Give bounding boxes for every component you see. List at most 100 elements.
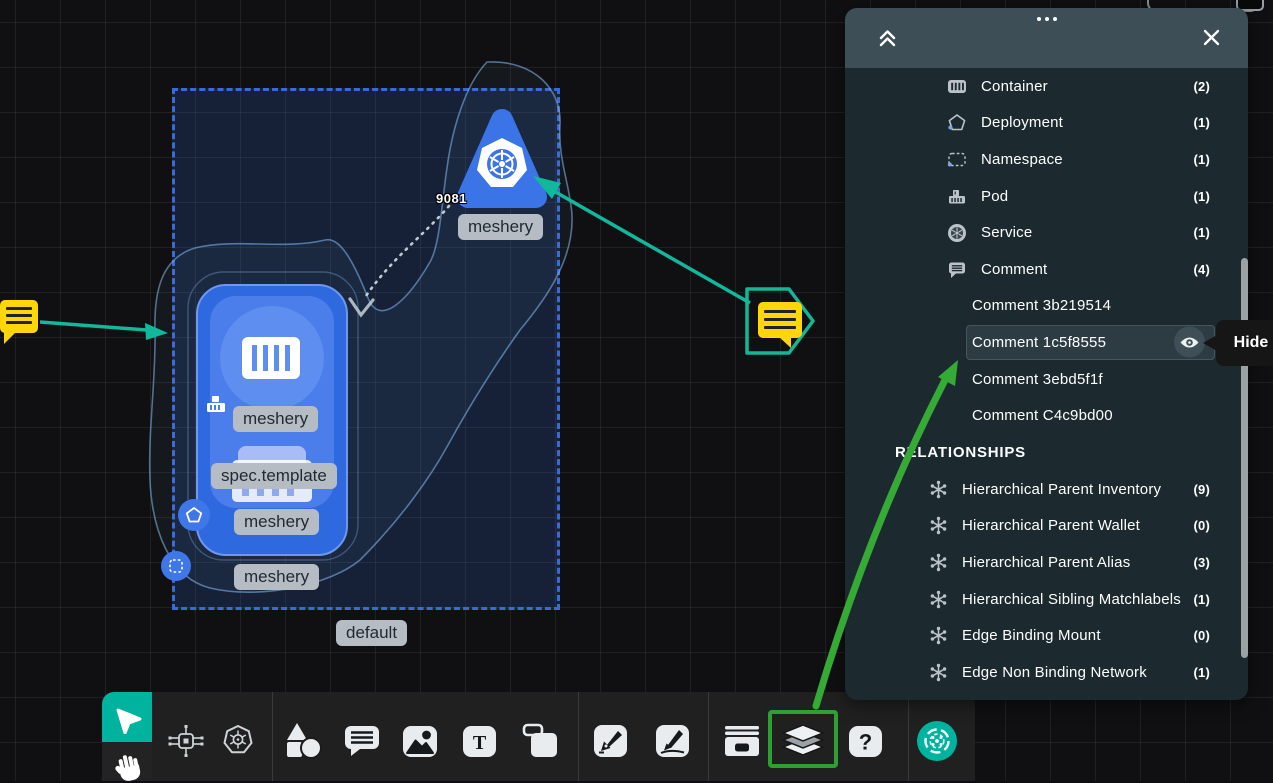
resource-count: (4) [1194,262,1211,277]
collapse-panel-button[interactable] [879,29,896,52]
pencil-tool-button[interactable] [649,714,695,768]
comment-item-label: Comment 3ebd5f1f [972,371,1103,388]
close-panel-button[interactable] [1203,29,1220,51]
kubernetes-tool-button[interactable] [215,714,261,768]
comment-item[interactable]: Comment 3b219514 [845,288,1248,325]
help-icon: ? [848,725,883,758]
resource-row-pod[interactable]: Pod (1) [845,178,1248,215]
container-node[interactable] [220,306,324,410]
image-tool-button[interactable] [397,714,443,768]
comment-item[interactable]: Comment 3ebd5f1f [845,361,1248,398]
comment-line [6,321,32,324]
svg-text:?: ? [858,729,871,754]
tooltip-caret [1203,335,1217,351]
layers-tool-button[interactable] [780,714,826,768]
meshery-logo-button[interactable] [914,714,960,768]
panel-header [845,8,1248,68]
pen-icon [593,724,628,758]
toolbar-separator [578,692,579,781]
comment-item-label: Comment C4c9bd00 [972,407,1113,424]
relationship-label: Hierarchical Parent Alias [962,554,1130,571]
panel-drag-handle[interactable] [1037,17,1057,21]
service-port-label: 9081 [436,191,467,206]
resource-label: Deployment [981,114,1063,131]
service-node[interactable] [452,102,557,214]
panel-scrollbar[interactable] [1241,258,1248,658]
resource-row-service[interactable]: Service (1) [845,214,1248,251]
relationship-row[interactable]: Hierarchical Sibling Matchlabels (1) [845,581,1248,618]
comment-item-highlighted[interactable]: Comment 1c5f8555 [845,324,1248,361]
hide-tooltip: Hide [1216,320,1273,366]
comment-marker-left[interactable] [0,300,38,333]
resource-count: (1) [1194,115,1211,130]
shapes-tool-button[interactable] [281,714,327,768]
mesh-components-icon [167,725,205,757]
relationship-row[interactable]: Hierarchical Parent Wallet (0) [845,508,1248,545]
service-icon [947,223,967,243]
cursor-icon [110,700,144,734]
relationship-icon [928,553,948,572]
namespace-inner-label: meshery [234,564,319,590]
resource-row-container[interactable]: Container (2) [845,68,1248,105]
text-icon: T [462,725,497,758]
drawer-icon [723,726,761,757]
pentagon-icon [185,506,203,524]
resource-label: Namespace [981,151,1063,168]
select-tool-button[interactable] [102,692,152,742]
panel-body: Container (2) Deployment (1) Namespace (… [845,68,1248,700]
namespace-badge [161,551,191,581]
relationship-row[interactable]: Hierarchical Parent Inventory (9) [845,471,1248,508]
comment-line [764,326,796,329]
pen-tool-button[interactable] [587,714,633,768]
comment-tool-button[interactable] [339,714,385,768]
image-icon [402,725,438,758]
relationship-count: (0) [1194,628,1211,643]
pod-label: meshery [233,406,318,432]
deployment-icon [947,113,967,133]
comment-item[interactable]: Comment C4c9bd00 [845,397,1248,434]
frame-icon [522,723,560,759]
relationship-icon [928,516,948,535]
resource-label: Comment [981,261,1047,278]
help-button[interactable]: ? [842,714,888,768]
comment-marker-selected[interactable] [758,302,802,338]
namespace-name-label: default [336,620,407,646]
resource-row-deployment[interactable]: Deployment (1) [845,105,1248,142]
toggle-visibility-button[interactable] [1174,327,1205,358]
comment-icon [947,260,967,279]
resource-row-namespace[interactable]: Namespace (1) [845,141,1248,178]
toolbar-separator [708,692,709,781]
relationship-row[interactable]: Edge Non Binding Network (1) [845,654,1248,691]
close-icon [1203,29,1220,46]
frame-tool-button[interactable] [518,714,564,768]
service-label: meshery [458,214,543,240]
relationship-icon [928,626,948,645]
container-icon [240,334,304,382]
layers-icon [782,725,824,757]
relationship-count: (0) [1194,518,1211,533]
relationship-label: Edge Binding Mount [962,627,1101,644]
svg-text:T: T [472,732,486,754]
shapes-icon [284,721,324,761]
resource-row-comment[interactable]: Comment (4) [845,251,1248,288]
relationship-count: (1) [1194,592,1211,607]
pod-icon [947,187,967,205]
text-tool-button[interactable]: T [456,714,502,768]
pencil-icon [655,724,690,758]
comment-line [764,310,796,313]
deployment-label: meshery [234,509,319,535]
eye-icon [1179,335,1200,349]
relationship-row[interactable]: Hierarchical Parent Alias (3) [845,544,1248,581]
relationship-label: Hierarchical Parent Inventory [962,481,1161,498]
comment-line [764,318,796,321]
comment-marker-left-tail [4,332,16,344]
relationship-row[interactable]: Edge Binding Mount (0) [845,617,1248,654]
mesh-components-tool-button[interactable] [163,714,209,768]
comment-marker-selected-tail [778,336,791,348]
drawer-tool-button[interactable] [719,714,765,768]
double-chevron-up-icon [879,29,896,47]
relationship-icon [928,480,948,499]
pan-tool-button[interactable] [102,742,152,781]
hand-icon [112,751,142,783]
comment-line [6,314,32,317]
